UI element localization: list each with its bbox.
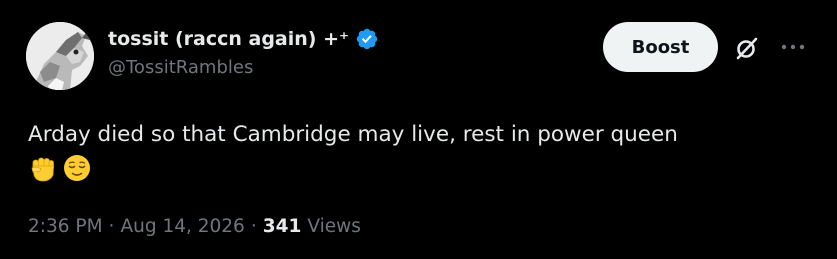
- raccoon-avatar-icon: [26, 22, 94, 90]
- views-label[interactable]: Views: [307, 216, 361, 237]
- tweet: tossit (raccn again) +⁺ @TossitRambles B…: [0, 0, 837, 259]
- tweet-emojis: [28, 151, 818, 184]
- author-name-row: tossit (raccn again) +⁺: [108, 26, 379, 52]
- verified-badge-icon[interactable]: [355, 27, 379, 51]
- relieved-face-icon: [62, 153, 92, 183]
- meta-separator: ·: [250, 216, 257, 237]
- tweet-meta: 2:36 PM · Aug 14, 2026 · 341 Views: [28, 216, 361, 237]
- tweet-body: Arday died so that Cambridge may live, r…: [28, 118, 818, 184]
- slashed-circle-icon[interactable]: [733, 34, 761, 62]
- avatar[interactable]: [26, 22, 94, 90]
- boost-button[interactable]: Boost: [603, 22, 718, 72]
- raised-fist-icon: [28, 153, 58, 183]
- author-handle[interactable]: @TossitRambles: [108, 57, 253, 78]
- tweet-date[interactable]: Aug 14, 2026: [120, 216, 244, 237]
- author-display-name[interactable]: tossit (raccn again) +⁺: [108, 28, 349, 50]
- ellipsis-icon[interactable]: [780, 37, 806, 57]
- tweet-time[interactable]: 2:36 PM: [28, 216, 103, 237]
- views-count[interactable]: 341: [263, 216, 302, 237]
- meta-separator: ·: [108, 216, 115, 237]
- tweet-text: Arday died so that Cambridge may live, r…: [28, 122, 678, 147]
